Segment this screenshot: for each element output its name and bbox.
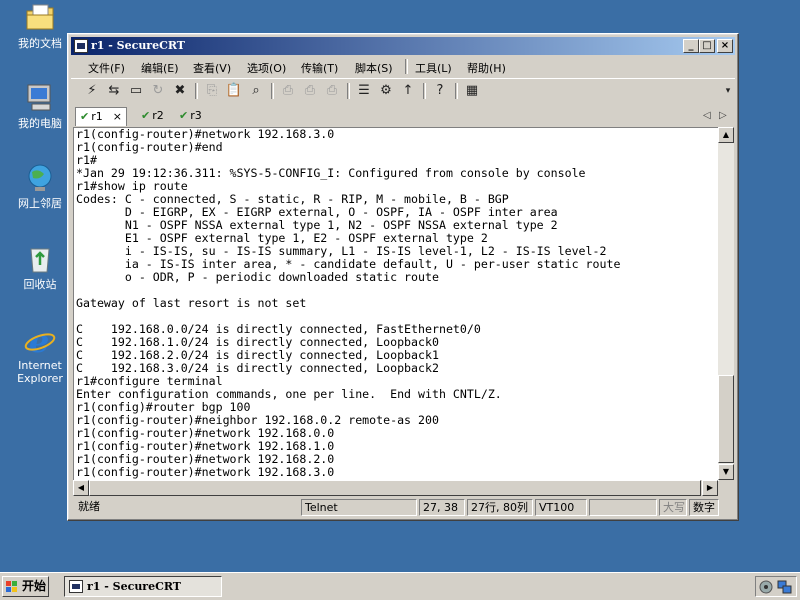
reconnect-icon[interactable]: ↻ (149, 82, 167, 100)
help-icon[interactable]: ? (431, 82, 449, 100)
desktop-icon-label: 我的电脑 (18, 117, 62, 130)
terminal-line: r1(config-router)#end (76, 140, 223, 154)
session-options-icon[interactable]: ☰ (355, 82, 373, 100)
terminal-screen[interactable]: r1(config-router)#network 192.168.3.0 r1(… (73, 127, 719, 481)
tab-close-icon[interactable]: × (113, 110, 122, 123)
windows-logo-icon (6, 581, 18, 593)
securecrt-app-icon (69, 580, 83, 593)
desktop-icon-label: Internet Explorer (17, 359, 63, 385)
status-protocol: Telnet (301, 499, 417, 516)
minimize-button[interactable]: _ (683, 39, 699, 53)
toolbar-separator (271, 83, 274, 99)
tab-label: r1 (91, 110, 103, 123)
start-button[interactable]: 开始 (2, 576, 49, 597)
find-icon[interactable]: ⌕ (247, 82, 265, 100)
print-setup-icon[interactable]: ⎙ (279, 82, 297, 100)
toolbar-separator (455, 83, 458, 99)
scroll-thumb[interactable] (89, 480, 701, 496)
menu-view[interactable]: 查看(V) (193, 60, 231, 76)
internet-explorer-icon: e (24, 322, 56, 360)
vertical-scrollbar[interactable]: ▲ ▼ (718, 127, 734, 480)
terminal-line: r1(config-router)#network 192.168.3.0 (76, 465, 335, 479)
session-tab-bar: ✔ r1 × ✔ r2 ✔ r3 ◁ ▷ (71, 106, 735, 126)
scroll-thumb[interactable] (718, 375, 734, 463)
keymap-icon[interactable]: ↑ (399, 82, 417, 100)
status-num-lock: 数字 (689, 499, 719, 516)
status-cursor-position: 27, 38 (419, 499, 465, 516)
desktop-icon-my-computer[interactable]: 我的电脑 (8, 82, 72, 130)
menu-transfer[interactable]: 传输(T) (301, 60, 338, 76)
maximize-button[interactable]: □ (699, 39, 715, 53)
status-caps-lock: 大写 (659, 499, 687, 516)
tab-label: r2 (152, 109, 164, 122)
start-label: 开始 (22, 579, 47, 593)
status-empty-field (589, 499, 657, 516)
tab-r2[interactable]: ✔ r2 (137, 107, 164, 125)
securecrt-window: r1 - SecureCRT _ □ × 文件(F) 编辑(E) 查看(V) 选… (67, 33, 739, 521)
desktop-icon-label: 网上邻居 (18, 197, 62, 210)
window-title: r1 - SecureCRT (91, 39, 185, 52)
scroll-right-icon[interactable]: ▶ (702, 480, 718, 496)
status-ready: 就绪 (78, 500, 100, 513)
tab-label: r3 (190, 109, 202, 122)
toolbar-separator (423, 83, 426, 99)
toolbar-separator (347, 83, 350, 99)
global-options-icon[interactable]: ⚙ (377, 82, 395, 100)
print-selection-icon[interactable]: ⎙ (301, 82, 319, 100)
tab-scroll-right-icon[interactable]: ▷ (719, 110, 727, 121)
desktop-icon-recycle-bin[interactable]: 回收站 (8, 243, 72, 291)
print-icon[interactable]: ⎙ (323, 82, 341, 100)
my-documents-icon (24, 2, 56, 34)
connect-tab-icon[interactable]: ▭ (127, 82, 145, 100)
desktop-icon-my-documents[interactable]: 我的文档 (8, 2, 72, 50)
menu-separator (405, 59, 408, 74)
connected-check-icon: ✔ (141, 109, 151, 122)
menu-script[interactable]: 脚本(S) (355, 60, 393, 76)
connect-icon[interactable]: ⚡ (83, 82, 101, 100)
tab-r1[interactable]: ✔ r1 × (75, 107, 127, 126)
quick-connect-icon[interactable]: ⇆ (105, 82, 123, 100)
tray-icons[interactable] (756, 577, 796, 596)
copy-icon[interactable]: ⎘ (203, 82, 221, 100)
disconnect-icon[interactable]: ✖ (171, 82, 189, 100)
taskbar-item-securecrt[interactable]: r1 - SecureCRT (64, 576, 222, 597)
scroll-up-icon[interactable]: ▲ (718, 127, 734, 143)
system-tray (755, 576, 797, 597)
securecrt-app-icon (74, 39, 88, 53)
menu-options[interactable]: 选项(O) (247, 60, 286, 76)
desktop-icon-label: 回收站 (23, 278, 57, 291)
tab-scroll-left-icon[interactable]: ◁ (703, 110, 711, 121)
menu-tools[interactable]: 工具(L) (415, 60, 452, 76)
desktop-icon-label: 我的文档 (18, 37, 62, 50)
taskbar: 开始 r1 - SecureCRT (0, 572, 800, 600)
close-button[interactable]: × (717, 39, 733, 53)
connected-check-icon: ✔ (179, 109, 189, 122)
horizontal-scrollbar[interactable]: ◀ ▶ (73, 480, 718, 496)
menu-edit[interactable]: 编辑(E) (141, 60, 179, 76)
tab-r3[interactable]: ✔ r3 (175, 107, 202, 125)
status-bar: 就绪 Telnet 27, 38 27行, 80列 VT100 大写 数字 (71, 499, 735, 517)
taskbar-item-label: r1 - SecureCRT (87, 580, 181, 593)
network-places-icon (24, 162, 56, 194)
scroll-left-icon[interactable]: ◀ (73, 480, 89, 496)
status-terminal-size: 27行, 80列 (467, 499, 533, 516)
terminal-line: o - ODR, P - periodic downloaded static … (76, 270, 439, 284)
scroll-down-icon[interactable]: ▼ (718, 464, 734, 480)
my-computer-icon (24, 82, 56, 114)
menu-help[interactable]: 帮助(H) (467, 60, 506, 76)
desktop-icon-internet-explorer[interactable]: e Internet Explorer (8, 322, 72, 385)
toolbar-overflow-icon[interactable]: ▾ (719, 82, 737, 100)
toolbar-separator (195, 83, 198, 99)
menu-bar: 文件(F) 编辑(E) 查看(V) 选项(O) 传输(T) 脚本(S) 工具(L… (71, 56, 735, 76)
desktop-icon-network-places[interactable]: 网上邻居 (8, 162, 72, 210)
recycle-bin-icon (24, 243, 56, 275)
paste-icon[interactable]: 📋 (225, 82, 243, 100)
menu-file[interactable]: 文件(F) (88, 60, 125, 76)
title-bar[interactable]: r1 - SecureCRT _ □ × (71, 37, 735, 55)
toolbar: ⚡ ⇆ ▭ ↻ ✖ ⎘ 📋 ⌕ ⎙ ⎙ ⎙ ☰ ⚙ ↑ ? ▦ ▾ (71, 78, 735, 105)
status-emulation: VT100 (535, 499, 587, 516)
terminal-line: Gateway of last resort is not set (76, 296, 307, 310)
connected-check-icon: ✔ (80, 110, 90, 123)
chat-window-icon[interactable]: ▦ (463, 82, 481, 100)
